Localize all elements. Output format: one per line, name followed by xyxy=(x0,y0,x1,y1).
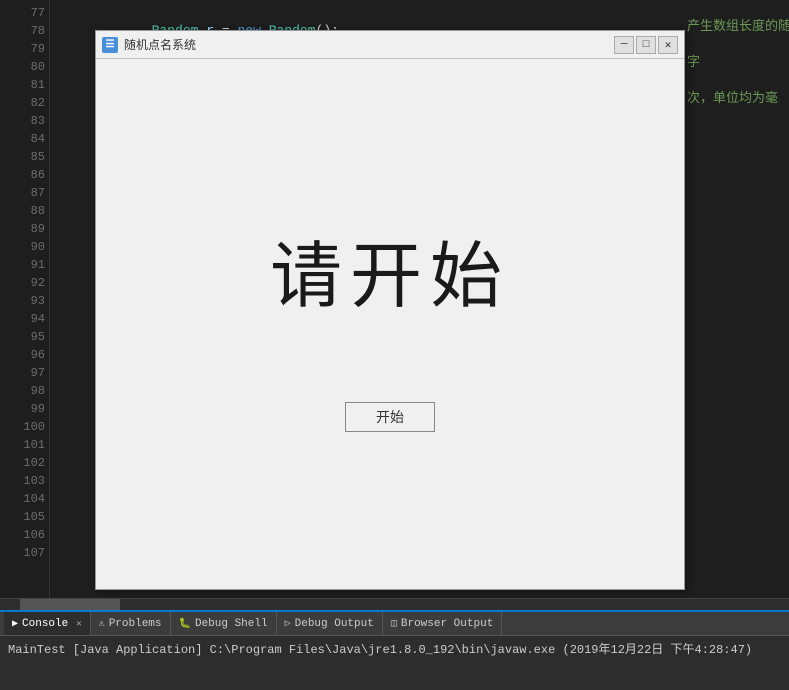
line-num-101: 101 xyxy=(8,436,45,454)
swing-app-icon: ☰ xyxy=(102,37,118,53)
bottom-content: MainTest [Java Application] C:\Program F… xyxy=(0,636,789,690)
line-num-106: 106 xyxy=(8,526,45,544)
line-num-88: 88 xyxy=(8,202,45,220)
debug-output-icon: ▷ xyxy=(285,618,291,630)
line-num-87: 87 xyxy=(8,184,45,202)
console-close-btn[interactable]: ✕ xyxy=(76,619,81,629)
line-num-104: 104 xyxy=(8,490,45,508)
problems-label: Problems xyxy=(109,618,162,630)
bottom-panel: ▶ Console ✕ ⚠ Problems 🐛 Debug Shell ▷ Debug Out… xyxy=(0,610,789,690)
minimize-button[interactable]: ─ xyxy=(614,36,634,54)
line-num-82: 82 xyxy=(8,94,45,112)
line-num-83: 83 xyxy=(8,112,45,130)
right-comment-3: 次，单位均为毫 xyxy=(679,90,789,108)
line-num-99: 99 xyxy=(8,400,45,418)
console-status-text: MainTest [Java Application] C:\Program F… xyxy=(8,643,752,657)
code-scrollbar[interactable] xyxy=(0,598,789,610)
line-num-86: 86 xyxy=(8,166,45,184)
tab-console[interactable]: ▶ Console ✕ xyxy=(4,612,91,635)
problems-icon: ⚠ xyxy=(99,618,105,630)
swing-body: 请开始 开始 xyxy=(96,59,684,589)
window-controls: ─ □ ✕ xyxy=(614,36,678,54)
tab-problems[interactable]: ⚠ Problems xyxy=(91,612,171,635)
line-numbers: 7778798081828384858687888990919293949596… xyxy=(0,0,50,598)
line-num-92: 92 xyxy=(8,274,45,292)
line-num-90: 90 xyxy=(8,238,45,256)
line-num-100: 100 xyxy=(8,418,45,436)
debug-output-label: Debug Output xyxy=(295,618,374,630)
tab-browser-output[interactable]: ◫ Browser Output xyxy=(383,612,502,635)
right-comment-1: 产生数组长度的随 xyxy=(679,18,789,36)
line-num-98: 98 xyxy=(8,382,45,400)
line-num-95: 95 xyxy=(8,328,45,346)
line-num-81: 81 xyxy=(8,76,45,94)
line-num-102: 102 xyxy=(8,454,45,472)
line-num-80: 80 xyxy=(8,58,45,76)
tab-debug-output[interactable]: ▷ Debug Output xyxy=(277,612,383,635)
line-num-97: 97 xyxy=(8,364,45,382)
browser-output-label: Browser Output xyxy=(401,618,493,630)
tab-debug-shell[interactable]: 🐛 Debug Shell xyxy=(171,612,277,635)
right-comment-2: 字 xyxy=(679,54,789,72)
browser-output-icon: ◫ xyxy=(391,618,397,630)
line-num-107: 107 xyxy=(8,544,45,562)
debug-shell-icon: 🐛 xyxy=(179,618,191,630)
bottom-tabs: ▶ Console ✕ ⚠ Problems 🐛 Debug Shell ▷ Debug Out… xyxy=(0,612,789,636)
console-icon: ▶ xyxy=(12,618,18,630)
line-num-79: 79 xyxy=(8,40,45,58)
line-num-94: 94 xyxy=(8,310,45,328)
scrollbar-thumb xyxy=(20,599,120,610)
swing-titlebar: ☰ 随机点名系统 ─ □ ✕ xyxy=(96,31,684,59)
close-button[interactable]: ✕ xyxy=(658,36,678,54)
maximize-button[interactable]: □ xyxy=(636,36,656,54)
debug-shell-label: Debug Shell xyxy=(195,618,268,630)
line-num-105: 105 xyxy=(8,508,45,526)
console-label: Console xyxy=(22,618,68,630)
line-num-103: 103 xyxy=(8,472,45,490)
line-num-77: 77 xyxy=(8,4,45,22)
line-num-84: 84 xyxy=(8,130,45,148)
line-num-96: 96 xyxy=(8,346,45,364)
line-num-85: 85 xyxy=(8,148,45,166)
line-num-78: 78 xyxy=(8,22,45,40)
line-num-91: 91 xyxy=(8,256,45,274)
right-comments: 产生数组长度的随 字 次，单位均为毫 xyxy=(679,0,789,598)
swing-title-text: 随机点名系统 xyxy=(124,36,614,53)
line-num-89: 89 xyxy=(8,220,45,238)
swing-window: ☰ 随机点名系统 ─ □ ✕ 请开始 开始 xyxy=(95,30,685,590)
start-button[interactable]: 开始 xyxy=(345,402,435,432)
line-num-93: 93 xyxy=(8,292,45,310)
main-display-text: 请开始 xyxy=(270,217,510,322)
